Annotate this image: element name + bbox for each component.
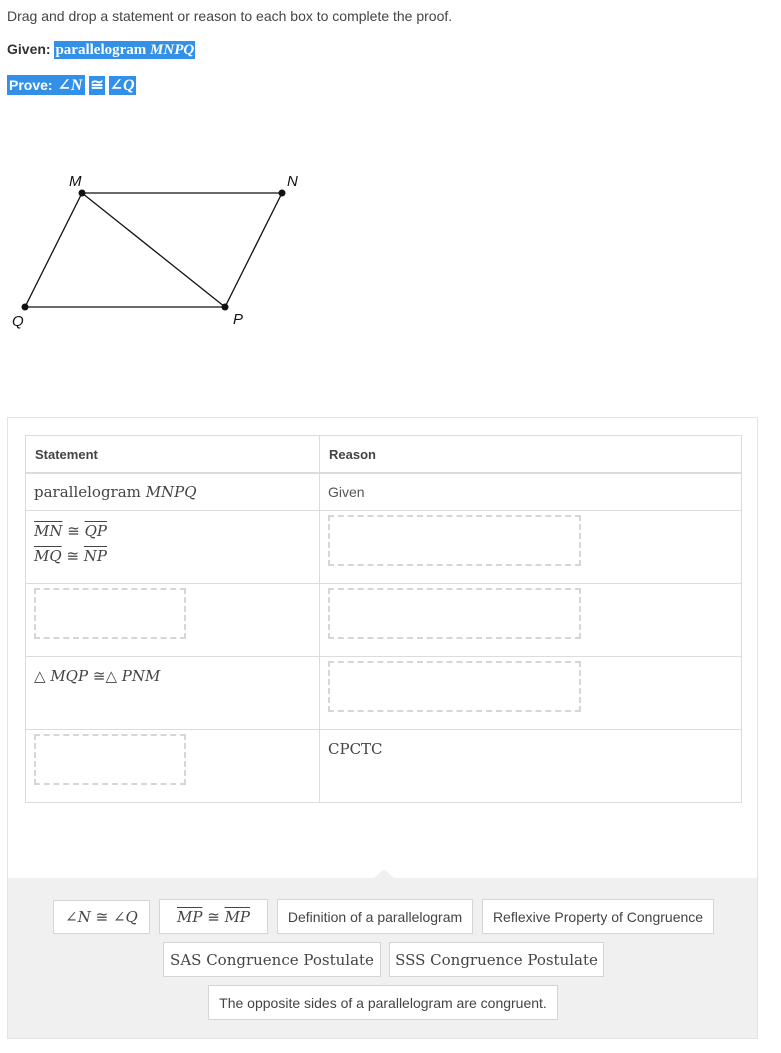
given-word: parallelogram xyxy=(55,42,147,58)
congruent-symbol: ≅ xyxy=(95,908,109,926)
segment: MN xyxy=(34,522,63,540)
chip-text: ∠N xyxy=(65,908,91,926)
triangle-name: PNM xyxy=(121,667,161,685)
chip-opposite-sides-congruent[interactable]: The opposite sides of a parallelogram ar… xyxy=(208,985,558,1020)
congruent-symbol: ≅ xyxy=(207,907,220,926)
chip-sas-postulate[interactable]: SAS Congruence Postulate xyxy=(163,942,381,977)
statement-line: MQ ≅ NP xyxy=(34,544,311,569)
congruent-symbol: ≅ xyxy=(92,667,106,685)
table-row: parallelogram MNPQ Given xyxy=(25,472,742,511)
segment: MQ xyxy=(34,547,62,565)
header-statement: Statement xyxy=(25,435,320,474)
statement-cell: parallelogram MNPQ xyxy=(25,472,320,511)
given-line: Given: parallelogram MNPQ xyxy=(7,41,196,59)
statement-text: △ MQP ≅△ PNM xyxy=(26,657,319,695)
reason-drop-zone[interactable] xyxy=(328,515,581,566)
chip-reflexive-property[interactable]: Reflexive Property of Congruence xyxy=(482,899,714,934)
prove-symbol: ≅ xyxy=(89,76,105,95)
header-reason: Reason xyxy=(319,435,742,474)
chip-mp-congruent-mp[interactable]: MP ≅ MP xyxy=(159,899,268,934)
vertex-q xyxy=(21,303,29,311)
reason-cell xyxy=(319,656,742,730)
statement-drop-zone[interactable] xyxy=(34,734,186,785)
statement-text: parallelogram MNPQ xyxy=(26,483,319,501)
statement-text: MN ≅ QP MQ ≅ NP xyxy=(26,511,319,579)
reason-drop-zone[interactable] xyxy=(328,661,581,712)
statement-cell xyxy=(25,729,320,803)
table-row: △ MQP ≅△ PNM xyxy=(25,656,742,730)
statement-cell xyxy=(25,583,320,657)
reason-text: Given xyxy=(328,484,365,500)
chip-angle-n-congruent-angle-q[interactable]: ∠N ≅ ∠Q xyxy=(53,900,150,934)
given-label: Given: xyxy=(7,41,51,57)
triangle-name: MQP xyxy=(50,667,89,685)
statement-cell: MN ≅ QP MQ ≅ NP xyxy=(25,510,320,584)
vertex-m xyxy=(78,189,86,197)
instructions: Drag and drop a statement or reason to e… xyxy=(7,8,453,24)
segment-qm xyxy=(24,192,83,308)
chip-sss-postulate[interactable]: SSS Congruence Postulate xyxy=(389,942,604,977)
prove-line: Prove: ∠N ≅ ∠Q xyxy=(7,75,136,95)
reason-text: CPCTC xyxy=(328,740,383,758)
proof-table: Statement Reason parallelogram MNPQ Give… xyxy=(25,435,742,803)
reason-cell: CPCTC xyxy=(319,729,742,803)
statement-cell: △ MQP ≅△ PNM xyxy=(25,656,320,730)
segment-mp xyxy=(81,192,226,308)
statement-word: parallelogram xyxy=(34,483,141,501)
given-value: parallelogram MNPQ xyxy=(54,41,196,59)
vertex-n xyxy=(278,189,286,197)
reason-cell xyxy=(319,510,742,584)
chip-text: MP xyxy=(224,907,251,926)
statement-math: MNPQ xyxy=(145,483,197,501)
table-row: MN ≅ QP MQ ≅ NP xyxy=(25,510,742,584)
prove-label-text: Prove: xyxy=(9,77,53,93)
answer-bank: ∠N ≅ ∠Q MP ≅ MP Definition of a parallel… xyxy=(8,869,757,1038)
prove-right: ∠Q xyxy=(108,76,136,95)
table-row xyxy=(25,583,742,657)
congruent-symbol: ≅ xyxy=(66,547,80,565)
reason-drop-zone[interactable] xyxy=(328,588,581,639)
chip-definition-of-parallelogram[interactable]: Definition of a parallelogram xyxy=(277,899,473,934)
statement-drop-zone[interactable] xyxy=(34,588,186,639)
label-n: N xyxy=(287,173,298,190)
segment: QP xyxy=(84,522,108,540)
reason-cell xyxy=(319,583,742,657)
reason-cell: Given xyxy=(319,472,742,511)
label-m: M xyxy=(69,173,82,190)
proof-panel: Statement Reason parallelogram MNPQ Give… xyxy=(7,417,758,1039)
triangle-symbol: △ xyxy=(34,667,46,685)
table-header-row: Statement Reason xyxy=(25,435,742,474)
prove-label: Prove: ∠N xyxy=(7,75,86,95)
segment: NP xyxy=(83,547,108,565)
segment-np xyxy=(224,192,283,308)
chip-text: MP xyxy=(176,907,203,926)
congruent-symbol: ≅ xyxy=(67,522,80,540)
triangle-symbol: △ xyxy=(105,667,117,685)
label-p: P xyxy=(233,311,243,328)
bank-notch xyxy=(374,869,394,878)
label-q: Q xyxy=(12,313,24,330)
statement-line: MN ≅ QP xyxy=(34,519,311,544)
table-row: CPCTC xyxy=(25,729,742,803)
vertex-p xyxy=(221,303,229,311)
parallelogram-diagram: M N P Q xyxy=(12,173,298,330)
chip-text: ∠Q xyxy=(112,908,138,926)
prove-left: ∠N xyxy=(57,77,83,94)
given-math: MNPQ xyxy=(150,42,195,58)
